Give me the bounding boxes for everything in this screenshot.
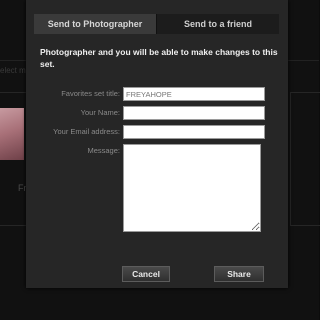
cancel-button[interactable]: Cancel [122, 266, 170, 282]
your-name-row: Your Name: [26, 106, 288, 120]
set-title-input[interactable] [123, 87, 265, 101]
background-thumbnail-frame-right [290, 92, 320, 226]
share-tabs: Send to Photographer Send to a friend [34, 14, 279, 34]
background-hint-text: elect m [0, 66, 26, 75]
tab-send-to-friend[interactable]: Send to a friend [156, 14, 279, 34]
share-button[interactable]: Share [214, 266, 264, 282]
your-email-row: Your Email address: [26, 125, 288, 139]
message-label: Message: [87, 146, 120, 155]
share-dialog: Send to Photographer Send to a friend Ph… [26, 0, 288, 288]
background-photo-thumbnail [0, 108, 24, 160]
intro-text: Photographer and you will be able to mak… [40, 47, 278, 69]
message-row: Message: [26, 144, 288, 234]
your-email-input[interactable] [123, 125, 265, 139]
tab-send-to-photographer[interactable]: Send to Photographer [34, 14, 156, 34]
message-textarea[interactable] [123, 144, 261, 232]
set-title-row: Favorites set title: [26, 87, 288, 101]
page-backdrop: elect m Fr Send to Photographer Send to … [0, 0, 320, 320]
your-name-label: Your Name: [80, 108, 120, 117]
your-name-input[interactable] [123, 106, 265, 120]
set-title-label: Favorites set title: [61, 89, 120, 98]
your-email-label: Your Email address: [53, 127, 120, 136]
